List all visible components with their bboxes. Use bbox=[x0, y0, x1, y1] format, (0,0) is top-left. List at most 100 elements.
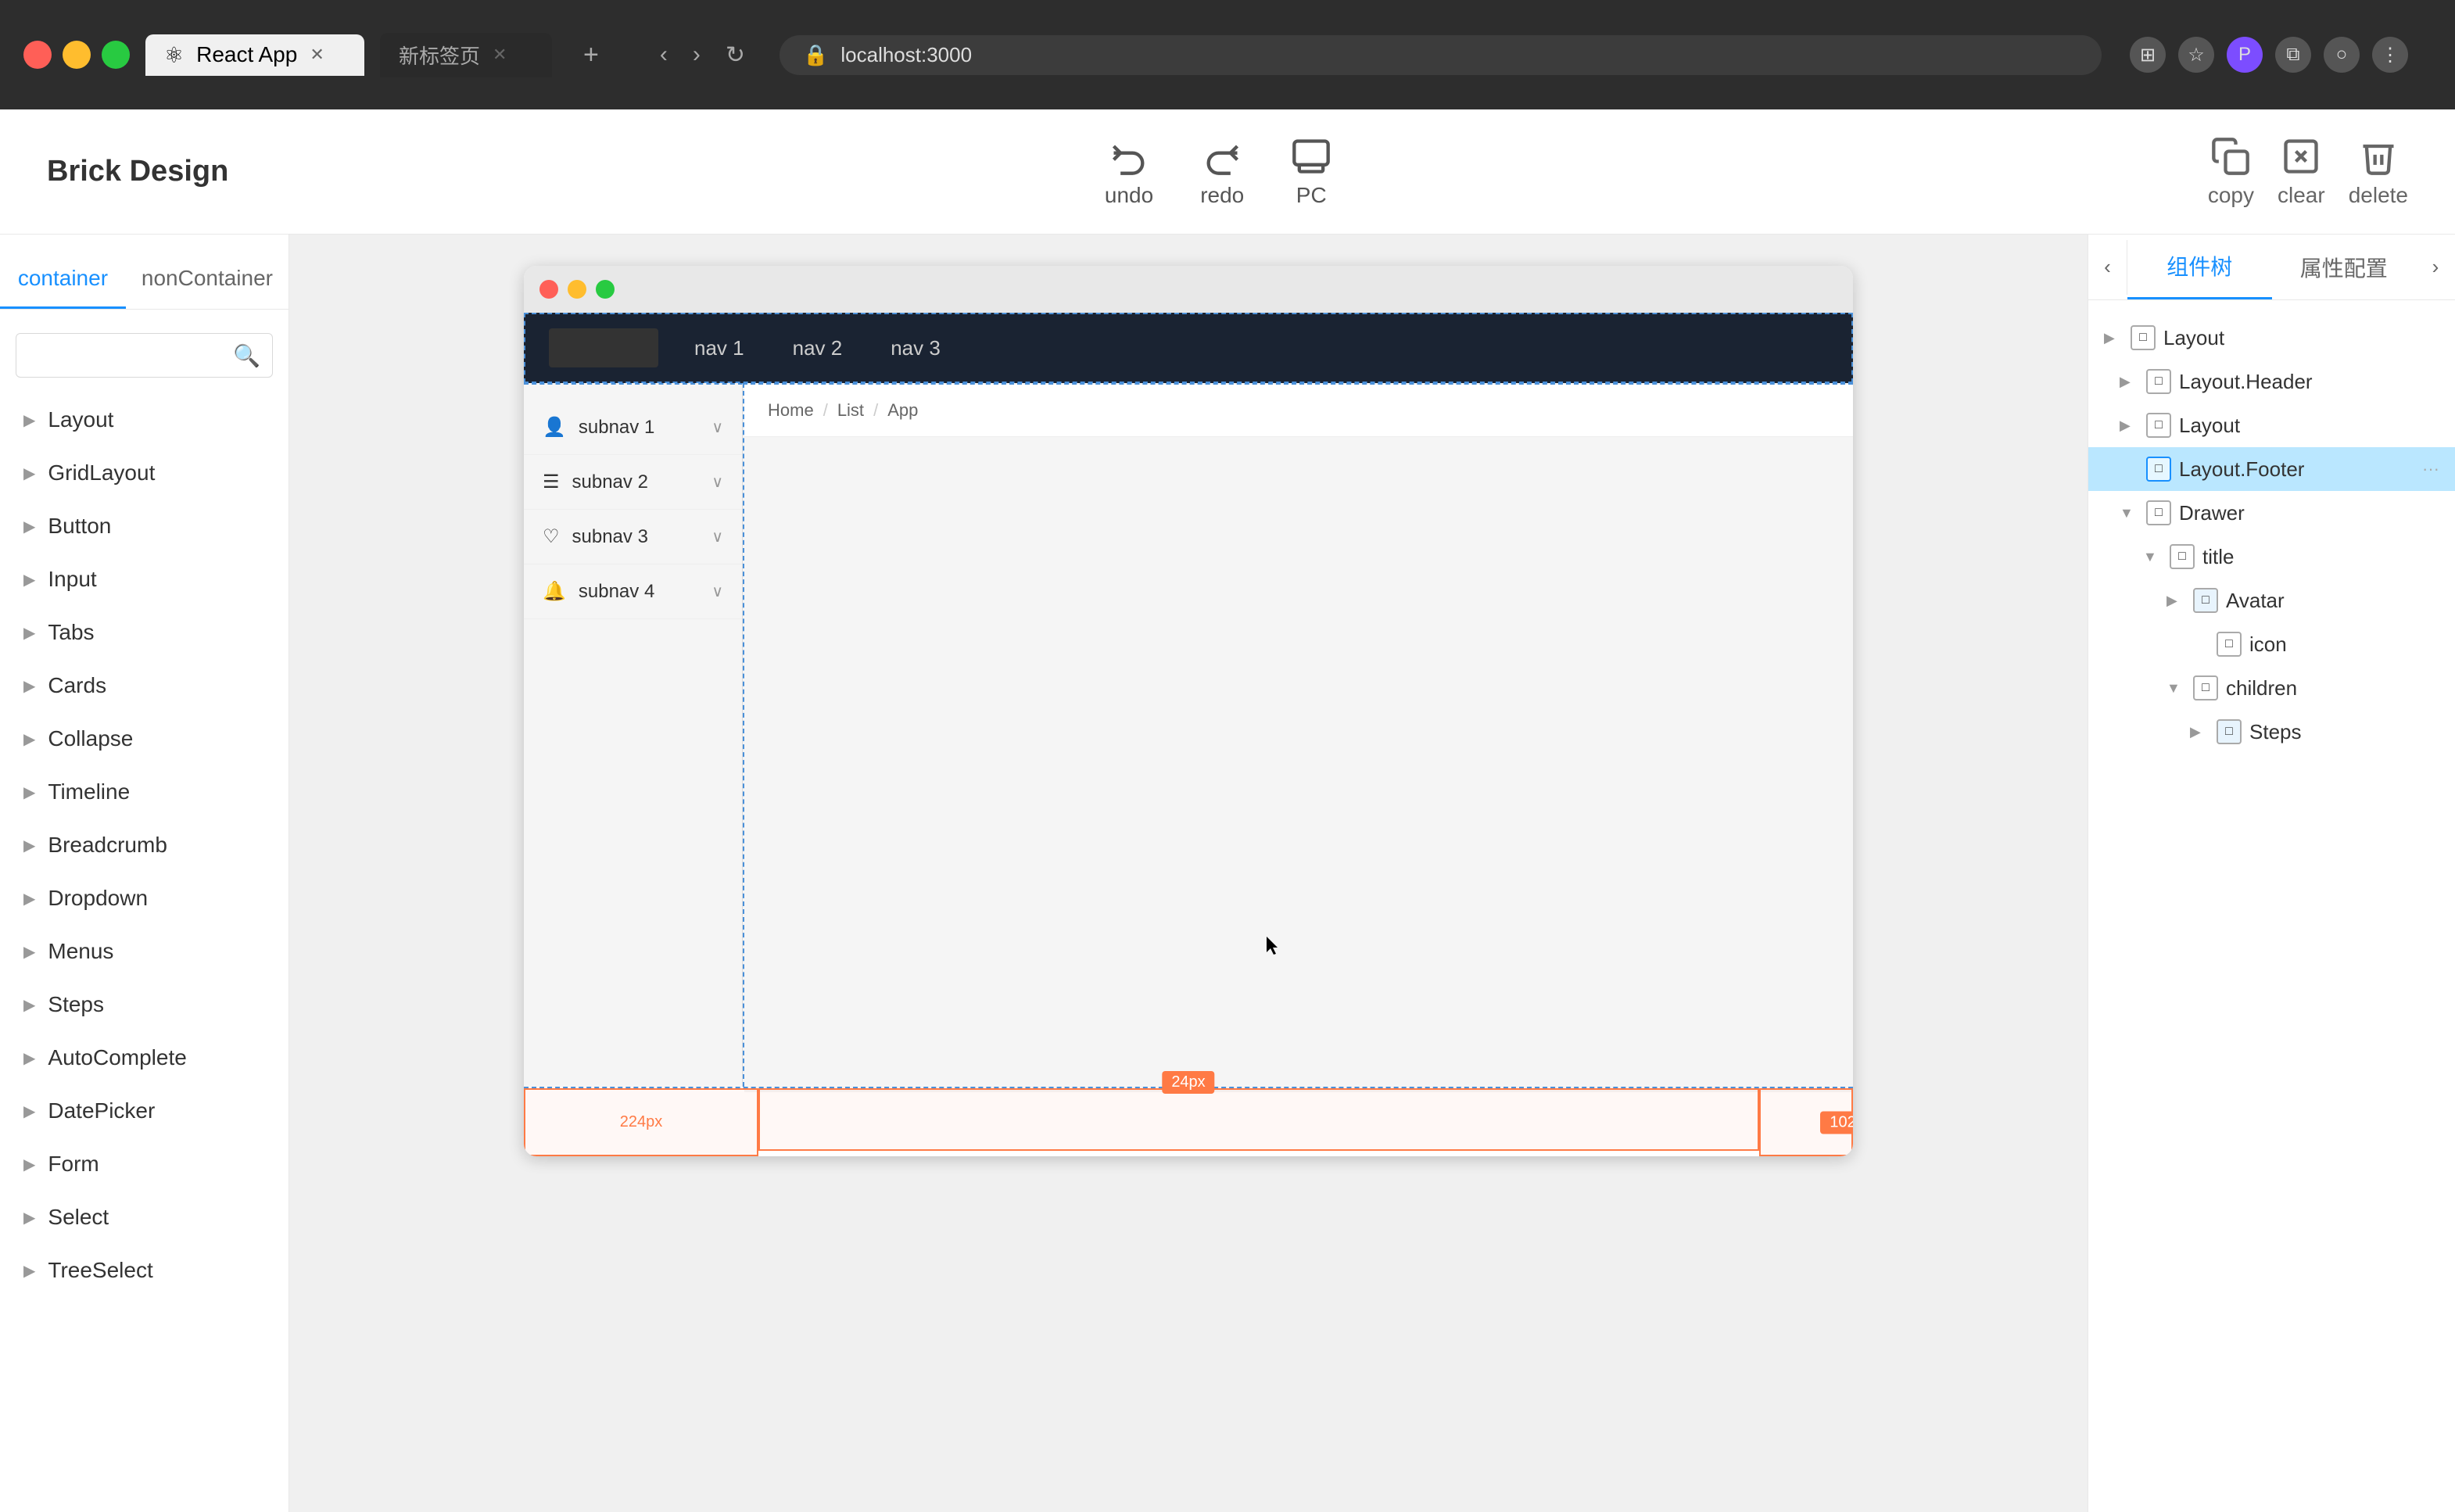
panel-expand-button[interactable]: › bbox=[2416, 240, 2455, 295]
tree-item-steps[interactable]: ▶ □ Steps bbox=[2088, 710, 2455, 754]
sidebar-item-arrow-select: ▶ bbox=[23, 1208, 35, 1227]
tab-component-tree[interactable]: 组件树 bbox=[2127, 235, 2272, 299]
measurement-left-badge: 224px bbox=[620, 1113, 663, 1131]
tree-item-avatar[interactable]: ▶ □ Avatar bbox=[2088, 579, 2455, 622]
tree-icon-layout: □ bbox=[2131, 325, 2156, 350]
new-tab-button[interactable]: + bbox=[568, 32, 615, 78]
menu-button[interactable]: ⋮ bbox=[2372, 37, 2408, 73]
sidebar-item-autocomplete[interactable]: ▶ AutoComplete bbox=[0, 1031, 289, 1084]
footer-measurement-row: 224px 1024px bbox=[524, 1088, 1853, 1156]
sidebar-item-label-tabs: Tabs bbox=[48, 620, 94, 645]
search-box-wrapper: 🔍 bbox=[16, 333, 273, 378]
tree-item-icon[interactable]: ▶ □ icon bbox=[2088, 622, 2455, 666]
subnav-4-arrow: ∨ bbox=[711, 582, 723, 601]
sidebar-item-arrow-menus: ▶ bbox=[23, 942, 35, 962]
frame-subnav-3[interactable]: ♡ subnav 3 ∨ bbox=[524, 510, 742, 564]
breadcrumb-app: App bbox=[887, 400, 918, 421]
browser-tab-newtab[interactable]: 新标签页 ✕ bbox=[380, 33, 552, 77]
frame-dot-yellow bbox=[568, 280, 586, 299]
forward-button[interactable]: › bbox=[686, 35, 707, 74]
frame-nav-item-3[interactable]: nav 3 bbox=[878, 328, 953, 368]
delete-button[interactable]: delete bbox=[2349, 136, 2408, 208]
frame-nav-item-1[interactable]: nav 1 bbox=[682, 328, 757, 368]
puzzle-button[interactable]: ⧉ bbox=[2275, 37, 2311, 73]
undo-button[interactable]: undo bbox=[1105, 136, 1153, 208]
sidebar-item-arrow-datepicker: ▶ bbox=[23, 1102, 35, 1121]
bookmark-button[interactable]: ☆ bbox=[2178, 37, 2214, 73]
tree-item-title[interactable]: ▼ □ title bbox=[2088, 535, 2455, 579]
account-button[interactable]: ○ bbox=[2324, 37, 2360, 73]
frame-nav-item-2[interactable]: nav 2 bbox=[780, 328, 855, 368]
sidebar-item-input[interactable]: ▶ Input bbox=[0, 553, 289, 606]
subnav-2-label: subnav 2 bbox=[572, 471, 700, 493]
back-button[interactable]: ‹ bbox=[654, 35, 674, 74]
sidebar-item-cards[interactable]: ▶ Cards bbox=[0, 659, 289, 712]
pc-button[interactable]: PC bbox=[1291, 136, 1331, 208]
sidebar-item-steps[interactable]: ▶ Steps bbox=[0, 978, 289, 1031]
tree-item-drawer[interactable]: ▼ □ Drawer bbox=[2088, 491, 2455, 535]
subnav-3-label: subnav 3 bbox=[572, 526, 700, 548]
pc-icon bbox=[1291, 136, 1331, 177]
browser-tab-react-app[interactable]: ⚛ React App ✕ bbox=[145, 34, 364, 76]
sidebar-item-collapse[interactable]: ▶ Collapse bbox=[0, 712, 289, 765]
inactive-tab-close-button[interactable]: ✕ bbox=[493, 45, 507, 65]
tree-arrow-layout-2: ▶ bbox=[2120, 417, 2138, 434]
tree-item-layout-footer[interactable]: ▶ □ Layout.Footer ··· bbox=[2088, 447, 2455, 491]
panel-collapse-button[interactable]: ‹ bbox=[2088, 240, 2127, 295]
sidebar-item-breadcrumb[interactable]: ▶ Breadcrumb bbox=[0, 819, 289, 872]
minimize-window-button[interactable] bbox=[63, 41, 91, 69]
maximize-window-button[interactable] bbox=[102, 41, 130, 69]
tab-non-container[interactable]: nonContainer bbox=[126, 250, 289, 309]
tab-properties[interactable]: 属性配置 bbox=[2272, 236, 2417, 299]
tree-arrow-icon: ▶ bbox=[2190, 636, 2209, 653]
frame-titlebar bbox=[524, 266, 1853, 313]
tree-icon-steps: □ bbox=[2217, 719, 2242, 744]
frame-navigation: nav 1 nav 2 nav 3 bbox=[524, 313, 1853, 383]
tree-item-layout[interactable]: ▶ □ Layout bbox=[2088, 316, 2455, 360]
tree-more-layout-footer[interactable]: ··· bbox=[2422, 459, 2439, 479]
tab-container[interactable]: container bbox=[0, 250, 126, 309]
frame-main-panel: Home / List / App bbox=[743, 383, 1853, 1087]
sidebar-item-select[interactable]: ▶ Select bbox=[0, 1191, 289, 1244]
clear-button[interactable]: clear bbox=[2278, 136, 2325, 208]
sidebar-item-tabs[interactable]: ▶ Tabs bbox=[0, 606, 289, 659]
sidebar-item-label-select: Select bbox=[48, 1205, 109, 1230]
subnav-4-label: subnav 4 bbox=[579, 581, 699, 603]
close-window-button[interactable] bbox=[23, 41, 52, 69]
sidebar-item-label: Layout bbox=[48, 407, 113, 432]
copy-button[interactable]: copy bbox=[2208, 136, 2254, 208]
sidebar-item-menus[interactable]: ▶ Menus bbox=[0, 925, 289, 978]
tree-arrow-children: ▼ bbox=[2166, 680, 2185, 697]
redo-button[interactable]: redo bbox=[1200, 136, 1244, 208]
reload-button[interactable]: ↻ bbox=[719, 35, 751, 75]
sidebar-item-form[interactable]: ▶ Form bbox=[0, 1138, 289, 1191]
frame-subnav-2[interactable]: ☰ subnav 2 ∨ bbox=[524, 455, 742, 510]
extensions-button[interactable]: ⊞ bbox=[2130, 37, 2166, 73]
frame-nav-logo bbox=[549, 328, 658, 367]
sidebar-item-layout[interactable]: ▶ Layout bbox=[0, 393, 289, 446]
sidebar-item-timeline[interactable]: ▶ Timeline bbox=[0, 765, 289, 819]
tab-title: React App bbox=[196, 42, 297, 67]
tree-item-children[interactable]: ▼ □ children bbox=[2088, 666, 2455, 710]
sidebar-item-dropdown[interactable]: ▶ Dropdown bbox=[0, 872, 289, 925]
delete-icon bbox=[2358, 136, 2399, 177]
pc-label: PC bbox=[1296, 183, 1327, 208]
sidebar-item-label-cards: Cards bbox=[48, 673, 106, 698]
url-text: localhost:3000 bbox=[840, 43, 972, 67]
sidebar-item-datepicker[interactable]: ▶ DatePicker bbox=[0, 1084, 289, 1138]
sidebar-item-gridlayout[interactable]: ▶ GridLayout bbox=[0, 446, 289, 500]
tree-label-title: title bbox=[2202, 545, 2439, 569]
tree-item-layout-2[interactable]: ▶ □ Layout bbox=[2088, 403, 2455, 447]
frame-subnav-1[interactable]: 👤 subnav 1 ∨ bbox=[524, 400, 742, 455]
tree-item-layout-header[interactable]: ▶ □ Layout.Header bbox=[2088, 360, 2455, 403]
sidebar-item-label-steps: Steps bbox=[48, 992, 104, 1017]
sidebar-item-label-datepicker: DatePicker bbox=[48, 1098, 155, 1123]
sidebar-item-button[interactable]: ▶ Button bbox=[0, 500, 289, 553]
tree-label-layout-2: Layout bbox=[2179, 414, 2439, 438]
tab-close-button[interactable]: ✕ bbox=[310, 45, 324, 65]
address-bar[interactable]: 🔒 localhost:3000 bbox=[780, 35, 2102, 75]
frame-subnav-4[interactable]: 🔔 subnav 4 ∨ bbox=[524, 564, 742, 619]
sidebar-item-treeselect[interactable]: ▶ TreeSelect bbox=[0, 1244, 289, 1297]
browser-traffic-lights bbox=[23, 41, 130, 69]
profile-button[interactable]: P bbox=[2227, 37, 2263, 73]
